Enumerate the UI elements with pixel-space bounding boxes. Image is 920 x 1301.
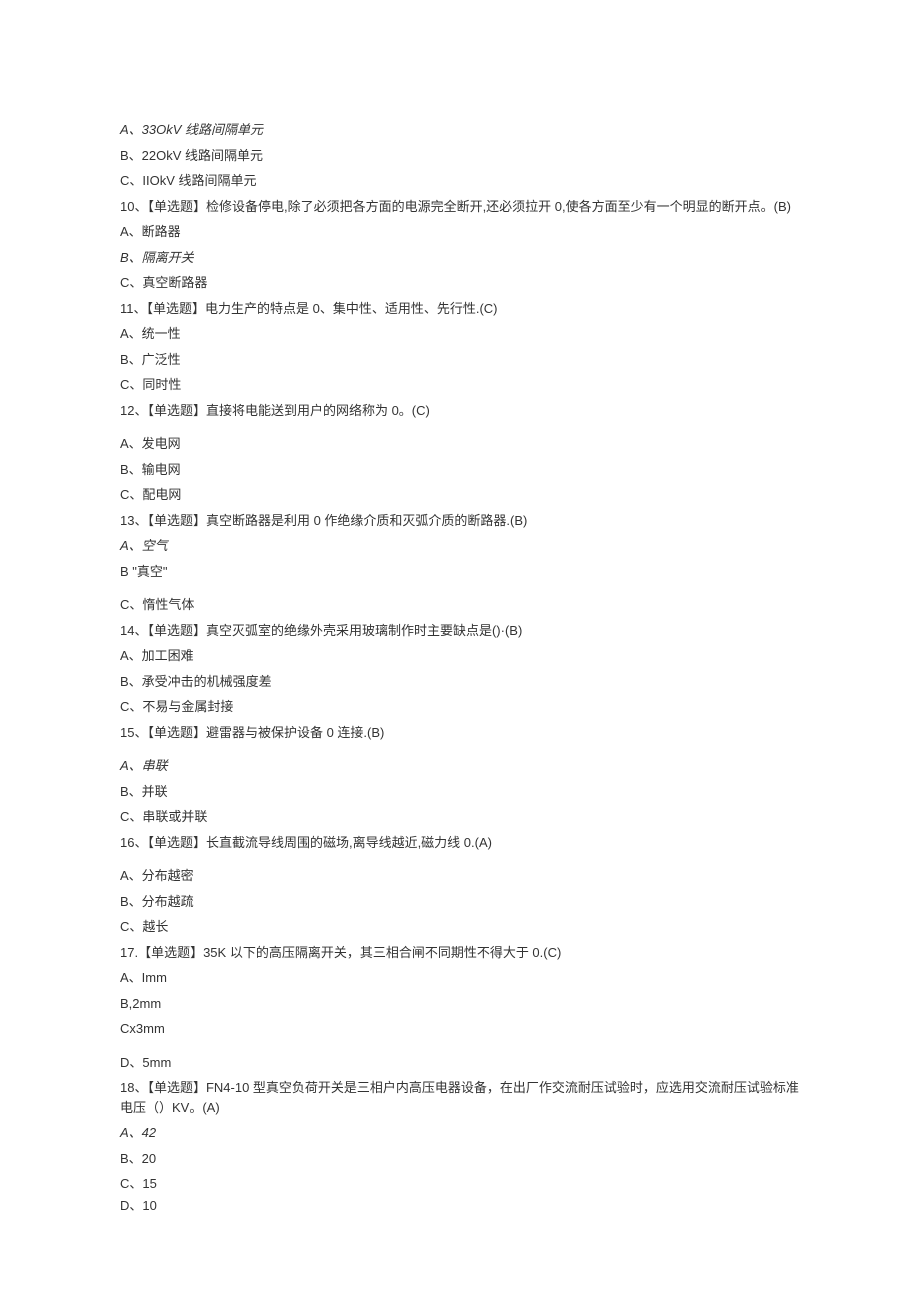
q15-option-a-text: A、串联 <box>120 758 168 773</box>
q17-option-a: A、Imm <box>120 968 800 988</box>
q12-option-a: A、发电网 <box>120 434 800 454</box>
q10-option-b-text: B、隔离开关 <box>120 250 194 265</box>
q17-option-b: B,2mm <box>120 994 800 1014</box>
q18-option-a-text: A、42 <box>120 1125 156 1140</box>
q11-stem: 11、【单选题】电力生产的特点是 0、集中性、适用性、先行性.(C) <box>120 299 800 319</box>
q15-option-c: C、串联或并联 <box>120 807 800 827</box>
q18-stem: 18、【单选题】FN4-10 型真空负荷开关是三相户内高压电器设备，在出厂作交流… <box>120 1078 800 1117</box>
q14-option-a: A、加工困难 <box>120 646 800 666</box>
q9-option-c: C、IIOkV 线路间隔单元 <box>120 171 800 191</box>
q10-option-a: A、断路器 <box>120 222 800 242</box>
q14-stem: 14、【单选题】真空灭弧室的绝缘外壳采用玻璃制作时主要缺点是()·(B) <box>120 621 800 641</box>
q18-option-a: A、42 <box>120 1123 800 1143</box>
q11-option-a: A、统一性 <box>120 324 800 344</box>
q14-option-b: B、承受冲击的机械强度差 <box>120 672 800 692</box>
q10-option-c: C、真空断路器 <box>120 273 800 293</box>
q18-option-d: D、10 <box>120 1196 800 1216</box>
q11-option-b: B、广泛性 <box>120 350 800 370</box>
q12-option-b: B、输电网 <box>120 460 800 480</box>
q16-option-b: B、分布越疏 <box>120 892 800 912</box>
q18-option-c: C、15 <box>120 1174 800 1194</box>
q17-option-c: Cx3mm <box>120 1019 800 1039</box>
q12-stem: 12、【单选题】直接将电能送到用户的网络称为 0。(C) <box>120 401 800 421</box>
q13-option-b: B "真空" <box>120 562 800 582</box>
q10-option-b: B、隔离开关 <box>120 248 800 268</box>
q16-stem: 16、【单选题】长直截流导线周围的磁场,离导线越近,磁力线 0.(A) <box>120 833 800 853</box>
q13-option-c: C、惰性气体 <box>120 595 800 615</box>
q10-stem: 10、【单选题】检修设备停电,除了必须把各方面的电源完全断开,还必须拉开 0,使… <box>120 197 800 217</box>
q14-option-c: C、不易与金属封接 <box>120 697 800 717</box>
q12-option-c: C、配电网 <box>120 485 800 505</box>
q13-option-a-text: A、空气 <box>120 538 168 553</box>
q15-option-b: B、并联 <box>120 782 800 802</box>
q17-option-d: D、5mm <box>120 1053 800 1073</box>
q18-option-b: B、20 <box>120 1149 800 1169</box>
q16-option-c: C、越长 <box>120 917 800 937</box>
q15-option-a: A、串联 <box>120 756 800 776</box>
q16-option-a: A、分布越密 <box>120 866 800 886</box>
q9-option-a: A、33OkV 线路间隔单元 <box>120 120 800 140</box>
q13-option-a: A、空气 <box>120 536 800 556</box>
q17-stem: 17.【单选题】35K 以下的高压隔离开关，其三相合闸不同期性不得大于 0.(C… <box>120 943 800 963</box>
q15-stem: 15、【单选题】避雷器与被保护设备 0 连接.(B) <box>120 723 800 743</box>
q13-stem: 13、【单选题】真空断路器是利用 0 作绝缘介质和灭弧介质的断路器.(B) <box>120 511 800 531</box>
q9-option-a-text: A、33OkV 线路间隔单元 <box>120 122 263 137</box>
q11-option-c: C、同时性 <box>120 375 800 395</box>
q9-option-b: B、22OkV 线路间隔单元 <box>120 146 800 166</box>
